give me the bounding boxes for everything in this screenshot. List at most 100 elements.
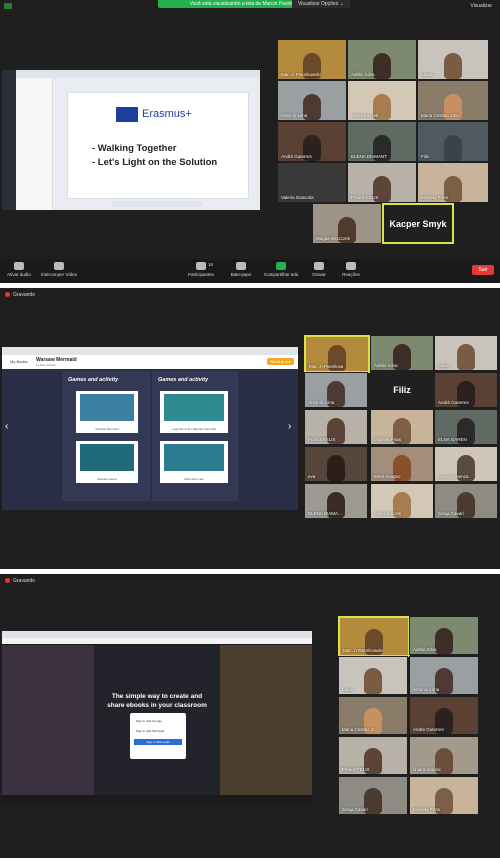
participant-tile[interactable]: Sonja Cavari — [338, 776, 408, 815]
participant-tile[interactable]: Sonja Cavari — [434, 483, 498, 519]
book-card[interactable]: Legends of the Warsaw Mermaid — [160, 391, 228, 433]
avatar — [327, 455, 345, 481]
participant-tile[interactable]: Adélio Silva — [370, 335, 434, 371]
reactions-button[interactable]: Reações — [332, 262, 370, 277]
participant-tile[interactable]: António Lima — [304, 372, 368, 408]
participant-tile-active-speaker[interactable]: Mar...n Pasnikowski — [338, 616, 410, 657]
chat-label: Bate-papo — [230, 272, 252, 277]
next-page-icon[interactable]: › — [288, 421, 291, 432]
read-to-me-button[interactable]: Read to me — [267, 358, 294, 365]
participant-tile[interactable]: emilia baczek — [347, 80, 417, 121]
participant-name: chiara scapini — [413, 767, 441, 772]
participant-tile[interactable]: Adélio Silva — [409, 616, 479, 655]
book-page-right: Games and activity Legends of the Warsaw… — [152, 371, 238, 501]
book-card[interactable]: Warsaw Mermaid — [76, 391, 138, 433]
book-card[interactable]: Warsaw waves — [76, 441, 138, 483]
participant-name: Kacper Smyk — [389, 218, 447, 229]
participant-tile-active-speaker[interactable]: Kacper Smyk — [382, 203, 454, 244]
participant-tile[interactable]: Filiz — [417, 121, 489, 162]
participant-tile[interactable]: Laura — [434, 335, 498, 371]
participant-name: André Guterres — [281, 154, 312, 159]
participant-tile[interactable]: André Guterres — [409, 696, 479, 735]
card-caption: Legends of the Warsaw Mermaid — [172, 427, 216, 431]
chat-button[interactable]: Bate-papo — [222, 262, 260, 277]
participants-label: Participantes — [187, 272, 214, 277]
participant-tile[interactable]: Franck FELIX — [304, 409, 368, 445]
participant-name: Maria Cristina Zoie — [421, 113, 459, 118]
participant-tile[interactable]: Michela Piras — [417, 162, 489, 203]
participant-name: André Guterres — [438, 400, 469, 405]
page-heading: Games and activity — [68, 377, 119, 383]
book-card[interactable]: Mermaid's tale — [160, 441, 228, 483]
participant-tile[interactable]: ELENA DIAMANT — [347, 121, 417, 162]
participant-tile[interactable]: Laura Cusenza — [434, 446, 498, 482]
participants-button[interactable]: Participantes — [182, 262, 220, 277]
participant-tile[interactable]: Eleni Anagno — [370, 446, 434, 482]
video-camera-icon — [54, 262, 64, 270]
book-author: by Ewa Wojcik — [36, 363, 56, 367]
participant-tile[interactable]: Franck FELIX — [347, 162, 417, 203]
participant-tile[interactable]: Magda Wiszczek — [312, 203, 382, 244]
hero-line-2: share ebooks in your classroom — [107, 702, 207, 709]
participant-tile[interactable]: Michela Piras — [409, 776, 479, 815]
participant-tile[interactable]: António Lima — [277, 80, 347, 121]
browser-tabbar — [2, 347, 298, 355]
recording-indicator: Gravando — [5, 292, 35, 298]
participant-tile[interactable]: André Guterres — [434, 372, 498, 408]
participant-tile[interactable]: Michela Piras — [370, 409, 434, 445]
email-signin-button[interactable]: Sign in with email — [134, 739, 182, 745]
participant-name: Michela Piras — [374, 437, 402, 442]
view-options-button[interactable]: Visualizar Opções ⌄ — [292, 0, 350, 8]
share-screen-button[interactable]: Compartilhar tela — [262, 262, 300, 277]
participant-tile[interactable]: Franck FELIX — [338, 736, 408, 775]
participant-tile[interactable]: António Lima — [409, 656, 479, 695]
participant-tile[interactable]: Maria Cristina Z... — [338, 696, 408, 735]
eu-flag-icon — [116, 107, 138, 122]
brand-label: Erasmus+ — [142, 108, 192, 120]
participant-tile[interactable]: Maria Cristina Zoie — [417, 80, 489, 121]
participant-tile[interactable]: chiara scapini — [409, 736, 479, 775]
book-covers-left — [2, 645, 94, 795]
participant-name: Sonja Cavari — [438, 511, 464, 516]
participant-tile[interactable]: emilia baczek — [370, 483, 434, 519]
microsoft-signin-button[interactable]: Sign in with Microsoft — [136, 729, 164, 733]
reactions-label: Reações — [342, 272, 360, 277]
participant-tile[interactable]: ELENA DIAMA... — [304, 483, 368, 519]
participant-tile[interactable]: Filiz — [370, 372, 434, 408]
participant-tile[interactable]: Mar...n Pasnikowski — [277, 39, 347, 80]
participant-tile[interactable]: Laura — [338, 656, 408, 695]
participant-tile[interactable]: Laura — [417, 39, 489, 80]
leave-meeting-button[interactable]: Sair — [472, 265, 494, 275]
card-caption: Warsaw waves — [96, 477, 118, 481]
unmute-button[interactable]: Ativar áudio — [0, 262, 38, 277]
participant-name: eva — [308, 474, 316, 479]
participant-tile-active-speaker[interactable]: Mar...n Pasnikow — [304, 335, 370, 373]
record-dot-icon — [5, 292, 10, 297]
participant-name: Eleni Anagno — [374, 474, 401, 479]
participant-tile[interactable]: ELNA GAREN — [434, 409, 498, 445]
participant-tile[interactable]: eva — [304, 446, 368, 482]
slide: Erasmus+ - Walking Together - Let's Ligh… — [67, 92, 249, 199]
participant-name: Maria Cristina Z... — [342, 727, 378, 732]
stop-video-button[interactable]: Interromper Vídeo — [40, 262, 78, 277]
participant-name: António Lima — [308, 400, 335, 405]
people-icon — [196, 262, 206, 270]
avatar — [457, 344, 475, 370]
chat-bubble-icon — [236, 262, 246, 270]
prev-page-icon[interactable]: ‹ — [5, 421, 8, 432]
recording-label: Gravando — [13, 292, 35, 298]
shared-screen: The simple way to create and share ebook… — [2, 631, 312, 803]
participant-tile[interactable]: Adélio Silva — [347, 39, 417, 80]
my-books-link[interactable]: My Books — [10, 359, 28, 364]
slide-controls[interactable] — [112, 201, 202, 207]
participant-name: ELNA GAREN — [438, 437, 467, 442]
participant-tile[interactable]: André Guterres — [277, 121, 347, 162]
avatar — [364, 668, 382, 694]
participant-tile[interactable]: Valeria Giancola — [277, 162, 347, 203]
slide-line-2: - Let's Light on the Solution — [92, 157, 218, 168]
meeting-toolbar: Ativar áudio Interromper Vídeo Participa… — [0, 259, 500, 283]
view-button[interactable]: Visualizar — [470, 3, 492, 9]
avatar — [444, 53, 462, 79]
participant-name: Laura — [342, 687, 354, 692]
google-signin-button[interactable]: Sign in with Google — [136, 719, 162, 723]
